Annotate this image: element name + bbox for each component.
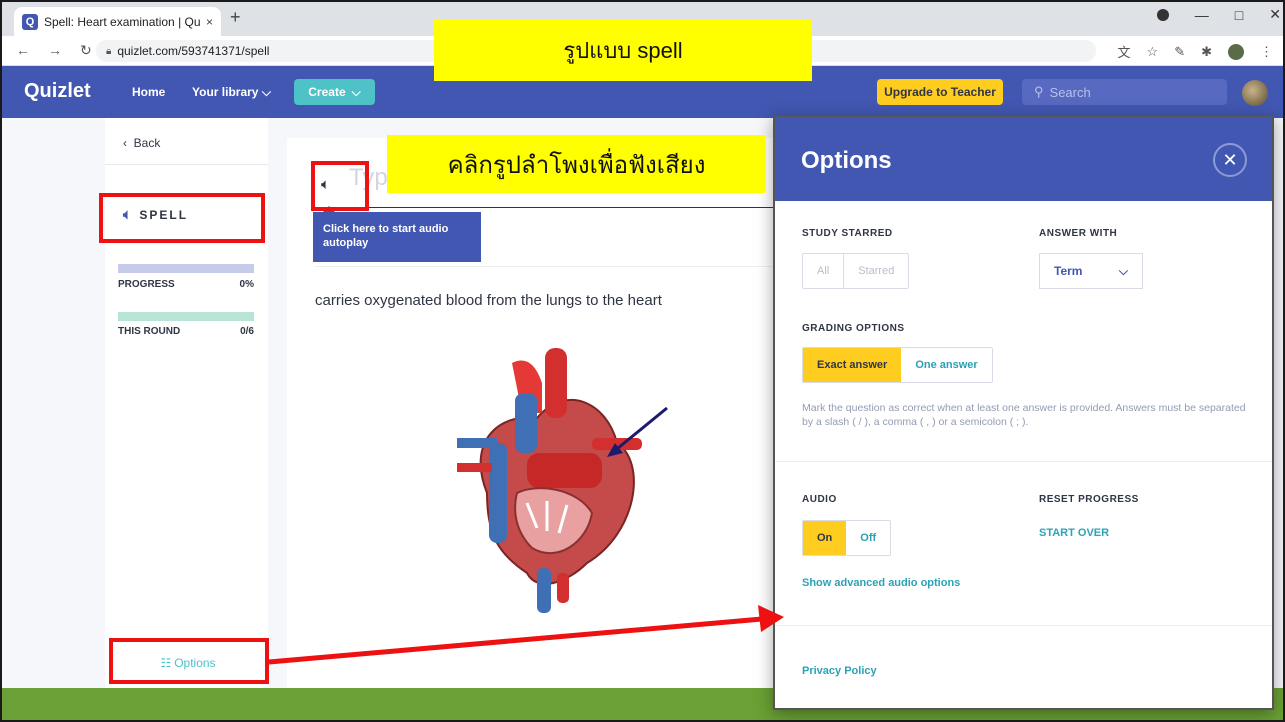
screenshot-frame: Q Spell: Heart examination | Quizlet × +…	[0, 0, 1285, 722]
annotation-arrow	[268, 605, 784, 665]
